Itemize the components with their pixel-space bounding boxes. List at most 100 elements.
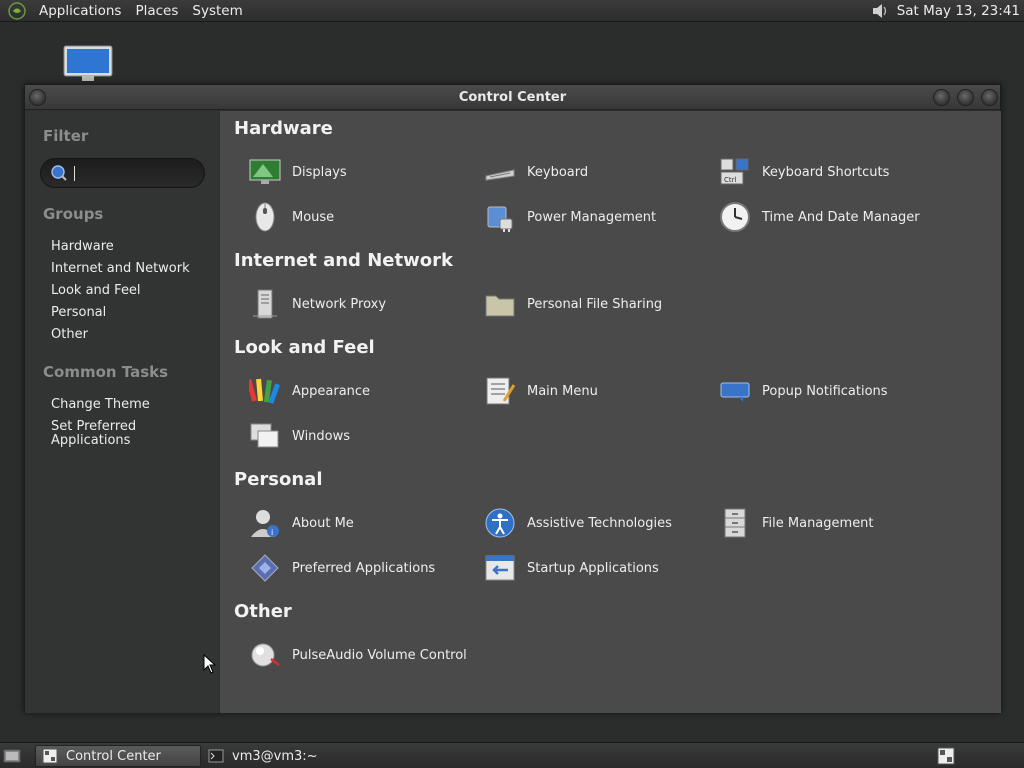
sidebar: Filter Groups Hardware Internet and Netw… — [25, 111, 219, 713]
svg-text:Ctrl: Ctrl — [724, 176, 737, 184]
search-icon — [50, 164, 68, 182]
group-title-personal: Personal — [234, 469, 323, 490]
clock[interactable]: Sat May 13, 23:41 — [891, 3, 1024, 19]
close-button[interactable] — [981, 89, 998, 106]
common-tasks-heading: Common Tasks — [43, 363, 169, 381]
main-panel: Hardware Displays Keyboard Ctrl Keyboard… — [220, 111, 1001, 713]
item-windows[interactable]: Windows — [248, 419, 350, 453]
group-title-look-and-feel: Look and Feel — [234, 337, 375, 358]
item-label: Keyboard — [527, 164, 589, 180]
item-label: Windows — [292, 428, 351, 444]
file-cabinet-icon — [718, 506, 752, 540]
mate-logo-icon[interactable] — [6, 0, 28, 22]
preferred-applications-icon — [248, 551, 282, 585]
group-link-look-and-feel[interactable]: Look and Feel — [51, 284, 141, 298]
item-label: Time And Date Manager — [762, 209, 920, 225]
top-panel: Applications Places System Sat May 13, 2… — [0, 0, 1024, 22]
item-label: Startup Applications — [527, 560, 659, 576]
titlebar[interactable]: Control Center — [25, 85, 1000, 110]
popup-notifications-icon — [718, 374, 752, 408]
item-personal-file-sharing[interactable]: Personal File Sharing — [483, 287, 662, 321]
applications-menu[interactable]: Applications — [32, 0, 128, 22]
windows-icon — [248, 419, 282, 453]
item-label: Popup Notifications — [762, 383, 888, 399]
control-center-window: Control Center Filter Groups Hardware In… — [24, 84, 1001, 713]
clock-icon — [718, 200, 752, 234]
item-label: Assistive Technologies — [527, 515, 672, 531]
system-menu[interactable]: System — [185, 0, 249, 22]
bottom-panel: Control Center vm3@vm3:~ — [0, 742, 1024, 768]
pulseaudio-icon — [248, 638, 282, 672]
item-preferred-applications[interactable]: Preferred Applications — [248, 551, 435, 585]
item-file-management[interactable]: File Management — [718, 506, 874, 540]
item-label: Network Proxy — [292, 296, 387, 312]
terminal-icon — [208, 748, 224, 764]
item-label: PulseAudio Volume Control — [292, 647, 467, 663]
task-link-set-preferred-applications[interactable]: Set Preferred Applications — [51, 420, 171, 448]
item-keyboard[interactable]: Keyboard — [483, 155, 588, 189]
item-label: About Me — [292, 515, 354, 531]
item-time-and-date-manager[interactable]: Time And Date Manager — [718, 200, 920, 234]
group-link-personal[interactable]: Personal — [51, 306, 106, 320]
filter-heading: Filter — [43, 127, 89, 145]
item-label: Displays — [292, 164, 347, 180]
network-proxy-icon — [248, 287, 282, 321]
item-power-management[interactable]: Power Management — [483, 200, 656, 234]
workspace-switcher-icon[interactable] — [937, 747, 955, 765]
group-link-hardware[interactable]: Hardware — [51, 240, 114, 254]
startup-applications-icon — [483, 551, 517, 585]
displays-icon — [248, 155, 282, 189]
task-label: Control Center — [66, 748, 161, 764]
minimize-button[interactable] — [933, 89, 950, 106]
keyboard-icon — [483, 155, 517, 189]
item-popup-notifications[interactable]: Popup Notifications — [718, 374, 888, 408]
groups-heading: Groups — [43, 205, 104, 223]
mouse-icon — [248, 200, 282, 234]
mouse-cursor-icon — [203, 653, 217, 674]
group-title-internet-and-network: Internet and Network — [234, 250, 453, 271]
search-box[interactable] — [40, 158, 205, 188]
search-input[interactable] — [74, 165, 194, 181]
group-title-hardware: Hardware — [234, 118, 333, 139]
main-menu-icon — [483, 374, 517, 408]
places-menu[interactable]: Places — [128, 0, 185, 22]
computer-desktop-icon[interactable] — [62, 44, 114, 84]
about-me-icon: i — [248, 506, 282, 540]
group-link-other[interactable]: Other — [51, 328, 88, 342]
item-label: Main Menu — [527, 383, 598, 399]
item-label: Preferred Applications — [292, 560, 436, 576]
item-startup-applications[interactable]: Startup Applications — [483, 551, 659, 585]
taskbar-terminal[interactable]: vm3@vm3:~ — [202, 745, 362, 767]
item-label: Mouse — [292, 209, 335, 225]
taskbar-control-center[interactable]: Control Center — [35, 745, 201, 767]
item-label: Power Management — [527, 209, 657, 225]
group-link-internet-and-network[interactable]: Internet and Network — [51, 262, 190, 276]
svg-text:i: i — [271, 528, 273, 537]
item-label: Personal File Sharing — [527, 296, 663, 312]
item-main-menu[interactable]: Main Menu — [483, 374, 598, 408]
folder-icon — [483, 287, 517, 321]
task-link-change-theme[interactable]: Change Theme — [51, 398, 150, 412]
item-mouse[interactable]: Mouse — [248, 200, 334, 234]
show-desktop-icon[interactable] — [3, 747, 21, 765]
maximize-button[interactable] — [957, 89, 974, 106]
item-displays[interactable]: Displays — [248, 155, 347, 189]
item-label: File Management — [762, 515, 874, 531]
item-about-me[interactable]: i About Me — [248, 506, 354, 540]
item-assistive-technologies[interactable]: Assistive Technologies — [483, 506, 672, 540]
control-center-app-icon — [42, 748, 58, 764]
window-title: Control Center — [458, 90, 567, 105]
item-keyboard-shortcuts[interactable]: Ctrl Keyboard Shortcuts — [718, 155, 889, 189]
item-appearance[interactable]: Appearance — [248, 374, 370, 408]
accessibility-icon — [483, 506, 517, 540]
appearance-icon — [248, 374, 282, 408]
item-label: Appearance — [292, 383, 371, 399]
item-label: Keyboard Shortcuts — [762, 164, 890, 180]
item-network-proxy[interactable]: Network Proxy — [248, 287, 386, 321]
keyboard-shortcuts-icon: Ctrl — [718, 155, 752, 189]
volume-icon[interactable] — [869, 0, 891, 22]
task-label: vm3@vm3:~ — [232, 748, 318, 764]
power-management-icon — [483, 200, 517, 234]
item-pulseaudio-volume-control[interactable]: PulseAudio Volume Control — [248, 638, 467, 672]
group-title-other: Other — [234, 601, 292, 622]
